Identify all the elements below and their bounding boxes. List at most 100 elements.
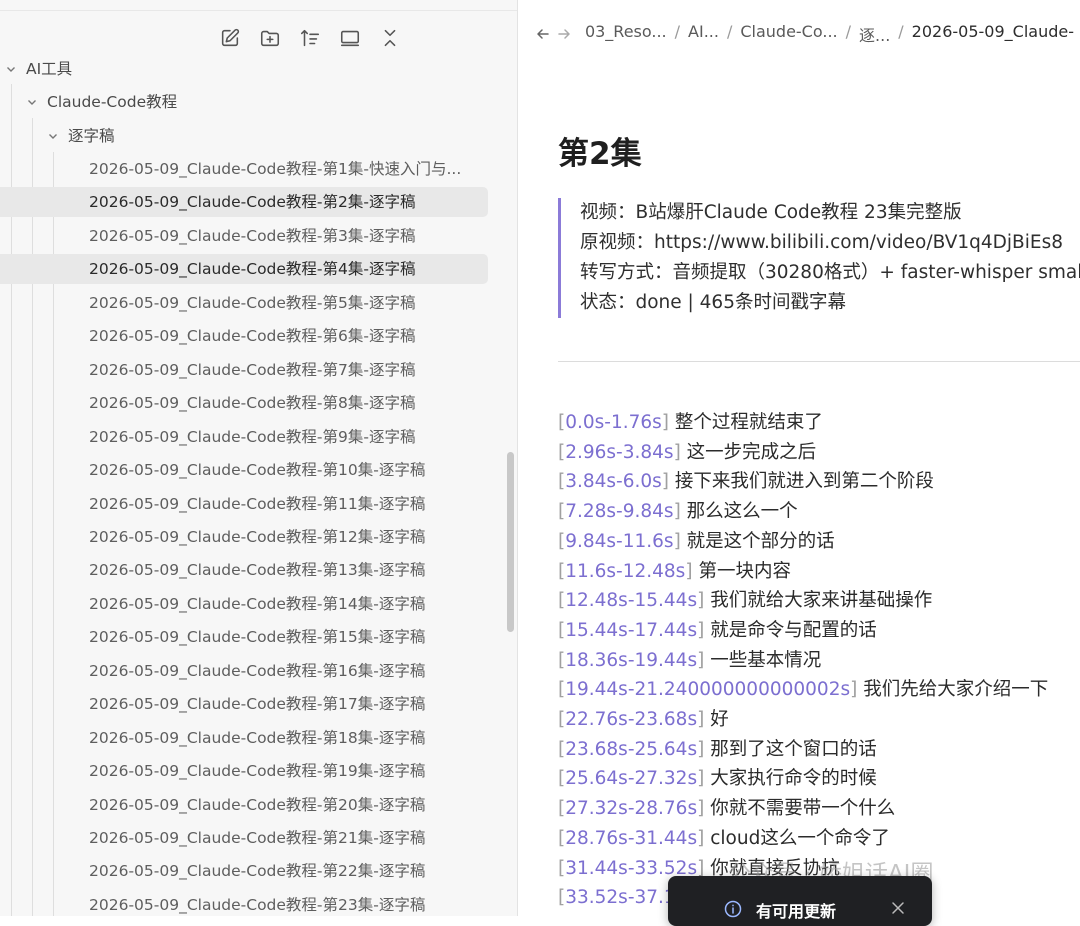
timestamp-link[interactable]: 18.36s-19.44s xyxy=(565,650,697,671)
file-item[interactable]: 2026-05-09_Claude-Code教程-第11集-逐字稿 xyxy=(0,489,488,519)
timestamp-link[interactable]: 7.28s-9.84s xyxy=(565,501,673,522)
bracket: ] xyxy=(697,768,711,790)
meta-source-url: 原视频：https://www.bilibili.com/video/BV1q4… xyxy=(580,232,1063,253)
metadata-blockquote: 视频：B站爆肝Claude Code教程 23集完整版 原视频：https://… xyxy=(558,198,1080,318)
file-item[interactable]: 2026-05-09_Claude-Code教程-第21集-逐字稿 xyxy=(0,823,488,853)
file-item-label: 2026-05-09_Claude-Code教程-第21集-逐字稿 xyxy=(89,829,426,847)
timestamp-link[interactable]: 23.68s-25.64s xyxy=(565,739,697,760)
timestamp-link[interactable]: 9.84s-11.6s xyxy=(565,531,673,552)
file-item-label: 2026-05-09_Claude-Code教程-第22集-逐字稿 xyxy=(89,862,426,881)
file-item-label: 2026-05-09_Claude-Code教程-第19集-逐字稿 xyxy=(89,762,426,781)
file-item[interactable]: 2026-05-09_Claude-Code教程-第3集-逐字稿 xyxy=(0,221,488,251)
file-item[interactable]: 2026-05-09_Claude-Code教程-第1集-快速入门与... xyxy=(0,154,488,184)
transcript-text: 一些基本情况 xyxy=(710,649,822,671)
file-item[interactable]: 2026-05-09_Claude-Code教程-第5集-逐字稿 xyxy=(0,288,488,318)
bracket: ] xyxy=(697,738,711,760)
file-item[interactable]: 2026-05-09_Claude-Code教程-第16集-逐字稿 xyxy=(0,656,488,686)
sort-button[interactable] xyxy=(290,22,330,54)
transcript-line: [18.36s-19.44s] 一些基本情况 xyxy=(558,646,1048,676)
collapse-all-button[interactable] xyxy=(370,22,410,54)
file-item-label: 2026-05-09_Claude-Code教程-第13集-逐字稿 xyxy=(89,561,426,580)
breadcrumb-separator: / xyxy=(726,22,733,41)
transcript-text: 第一块内容 xyxy=(698,560,791,582)
file-item-label: 2026-05-09_Claude-Code教程-第8集-逐字稿 xyxy=(89,394,416,413)
file-item-label: 2026-05-09_Claude-Code教程-第3集-逐字稿 xyxy=(89,226,416,245)
timestamp-link[interactable]: 15.44s-17.44s xyxy=(565,620,697,641)
sidebar-top-edge xyxy=(0,0,517,11)
chevron-down-icon xyxy=(25,87,39,117)
bracket: ] xyxy=(697,798,711,820)
new-folder-button[interactable] xyxy=(250,22,290,54)
transcript-body: [0.0s-1.76s] 整个过程就结束了 [2.96s-3.84s] 这一步完成… xyxy=(558,408,1048,913)
meta-method: 转写方式：音频提取（30280格式）+ faster-whisper small xyxy=(580,262,1080,283)
nav-back-button[interactable] xyxy=(532,19,553,49)
update-toast[interactable]: 有可用更新 xyxy=(668,876,932,926)
bracket: ] xyxy=(661,471,675,493)
meta-status: 状态：done | 465条时间戳字幕 xyxy=(580,292,846,313)
transcript-line: [7.28s-9.84s] 那么这么一个 xyxy=(558,497,1048,527)
close-icon[interactable] xyxy=(890,900,906,916)
tree-folder-label: 逐字稿 xyxy=(68,127,115,145)
file-item-label: 2026-05-09_Claude-Code教程-第1集-快速入门与... xyxy=(89,160,462,178)
file-item-label: 2026-05-09_Claude-Code教程-第20集-逐字稿 xyxy=(89,795,426,814)
timestamp-link[interactable]: 12.48s-15.44s xyxy=(565,590,697,611)
file-item[interactable]: 2026-05-09_Claude-Code教程-第20集-逐字稿 xyxy=(0,790,488,820)
transcript-line: [9.84s-11.6s] 就是这个部分的话 xyxy=(558,527,1048,557)
file-item[interactable]: 2026-05-09_Claude-Code教程-第10集-逐字稿 xyxy=(0,455,488,485)
horizontal-divider xyxy=(558,361,1080,362)
breadcrumb: 03_Reso... / AI... / Claude-Co... / 逐.../2026-… xyxy=(579,22,1080,46)
file-item[interactable]: 2026-05-09_Claude-Code教程-第22集-逐字稿 xyxy=(0,856,488,886)
new-note-button[interactable] xyxy=(210,22,250,54)
explorer-toolbar xyxy=(0,22,480,54)
transcript-line: [15.44s-17.44s] 就是命令与配置的话 xyxy=(558,616,1048,646)
nav-forward-button[interactable] xyxy=(553,19,574,49)
timestamp-link[interactable]: 27.32s-28.76s xyxy=(565,798,697,819)
timestamp-link[interactable]: 11.6s-12.48s xyxy=(565,561,685,582)
file-item[interactable]: 2026-05-09_Claude-Code教程-第13集-逐字稿 xyxy=(0,555,488,585)
file-item[interactable]: 2026-05-09_Claude-Code教程-第23集-逐字稿 xyxy=(0,890,488,916)
file-item[interactable]: 2026-05-09_Claude-Code教程-第12集-逐字稿 xyxy=(0,522,488,552)
file-item[interactable]: 2026-05-09_Claude-Code教程-第8集-逐字稿 xyxy=(0,388,488,418)
file-item-label: 2026-05-09_Claude-Code教程-第7集-逐字稿 xyxy=(89,360,416,379)
file-item[interactable]: 2026-05-09_Claude-Code教程-第7集-逐字稿 xyxy=(0,355,488,385)
timestamp-link[interactable]: 19.44s-21.240000000000002s xyxy=(565,679,850,700)
timestamp-link[interactable]: 22.76s-23.68s xyxy=(565,709,697,730)
collapse-view-button[interactable] xyxy=(330,22,370,54)
file-item[interactable]: 2026-05-09_Claude-Code教程-第9集-逐字稿 xyxy=(0,422,488,452)
transcript-text: 就是这个部分的话 xyxy=(686,530,835,552)
bracket: ] xyxy=(673,441,687,463)
timestamp-link[interactable]: 3.84s-6.0s xyxy=(565,471,662,492)
tree-folder-transcripts[interactable]: 逐字稿 xyxy=(0,121,488,151)
file-item[interactable]: 2026-05-09_Claude-Code教程-第14集-逐字稿 xyxy=(0,589,488,619)
file-item-label: 2026-05-09_Claude-Code教程-第17集-逐字稿 xyxy=(89,695,426,714)
transcript-line: [28.76s-31.44s] cloud这么一个命令了 xyxy=(558,824,1048,854)
info-icon xyxy=(724,900,742,918)
sidebar-scrollbar[interactable] xyxy=(507,452,514,632)
transcript-text: 那到了这个窗口的话 xyxy=(710,738,877,760)
breadcrumb-item[interactable]: AI... xyxy=(682,22,725,46)
timestamp-link[interactable]: 25.64s-27.32s xyxy=(565,768,697,789)
file-item[interactable]: 2026-05-09_Claude-Code教程-第19集-逐字稿 xyxy=(0,756,488,786)
timestamp-link[interactable]: 2.96s-3.84s xyxy=(565,442,673,463)
file-item[interactable]: 2026-05-09_Claude-Code教程-第6集-逐字稿 xyxy=(0,321,488,351)
file-item[interactable]: 2026-05-09_Claude-Code教程-第15集-逐字稿 xyxy=(0,622,488,652)
tree-folder-claude-code[interactable]: Claude-Code教程 xyxy=(0,87,488,117)
transcript-text: cloud这么一个命令了 xyxy=(710,827,890,849)
file-item[interactable]: 2026-05-09_Claude-Code教程-第2集-逐字稿 xyxy=(0,187,488,218)
chevron-down-icon xyxy=(4,54,18,82)
timestamp-link[interactable]: 28.76s-31.44s xyxy=(565,828,697,849)
tree-folder-ai-tools[interactable]: AI工具 xyxy=(0,54,488,82)
file-item[interactable]: 2026-05-09_Claude-Code教程-第18集-逐字稿 xyxy=(0,723,488,753)
file-item[interactable]: 2026-05-09_Claude-Code教程-第17集-逐字稿 xyxy=(0,689,488,719)
breadcrumb-separator: / xyxy=(898,22,904,41)
breadcrumb-item[interactable]: 2026-05-09_Claude- xyxy=(906,22,1080,46)
timestamp-link[interactable]: 0.0s-1.76s xyxy=(565,412,662,433)
breadcrumb-item[interactable]: Claude-Co... xyxy=(734,22,843,46)
breadcrumb-separator: / xyxy=(674,22,681,41)
transcript-text: 我们先给大家介绍一下 xyxy=(863,679,1049,701)
breadcrumb-item[interactable]: 03_Reso... xyxy=(579,22,673,46)
file-item[interactable]: 2026-05-09_Claude-Code教程-第4集-逐字稿 xyxy=(0,254,488,285)
file-item-label: 2026-05-09_Claude-Code教程-第2集-逐字稿 xyxy=(89,193,416,212)
file-item-label: 2026-05-09_Claude-Code教程-第6集-逐字稿 xyxy=(89,327,416,346)
breadcrumb-item[interactable]: 逐... xyxy=(853,22,896,46)
